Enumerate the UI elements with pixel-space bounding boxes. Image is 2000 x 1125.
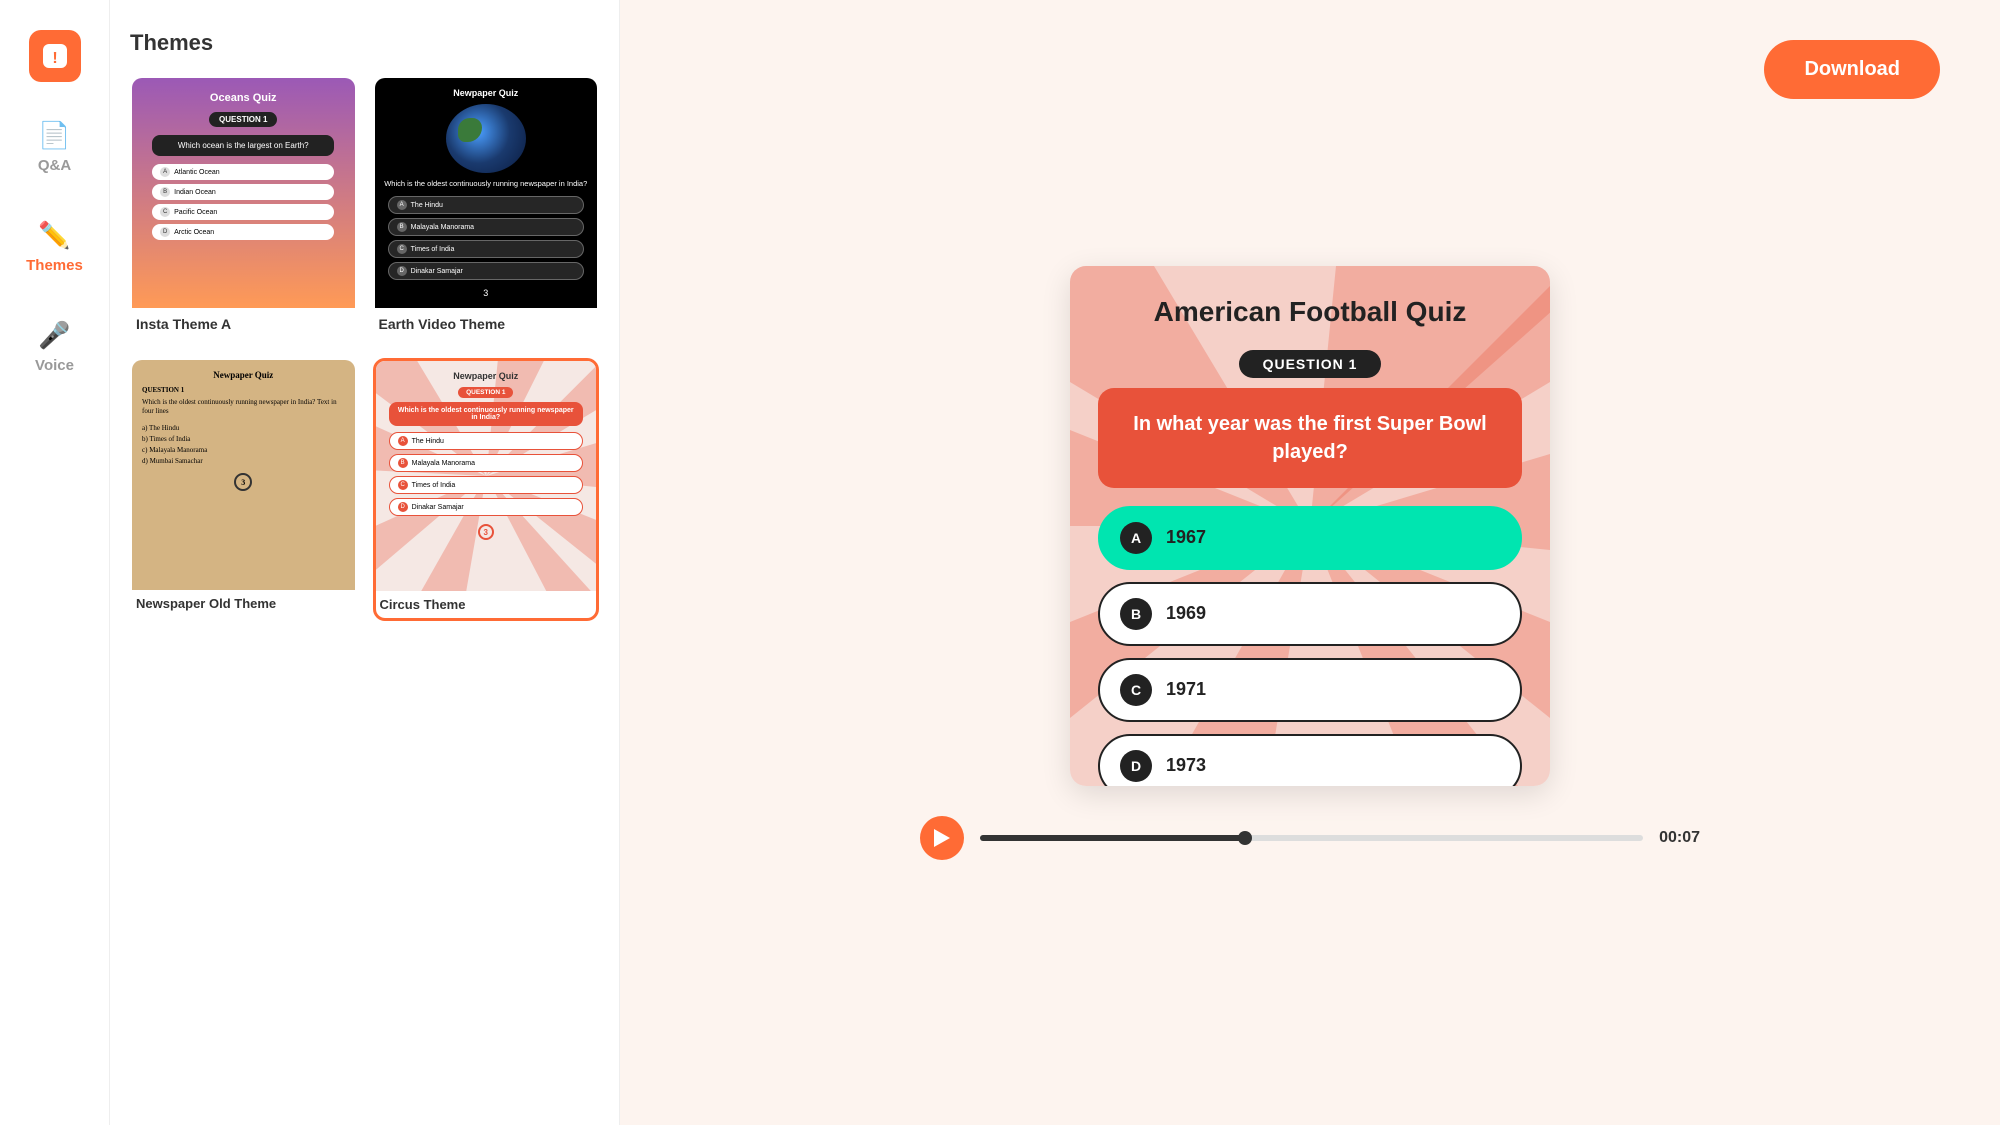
themes-panel-title: Themes — [130, 30, 599, 56]
download-button[interactable]: Download — [1764, 40, 1940, 99]
earth-option-d: D Dinakar Samajar — [388, 262, 584, 280]
insta-option-c: C Pacific Ocean — [152, 204, 334, 220]
insta-option-a: A Atlantic Ocean — [152, 164, 334, 180]
quiz-option-letter-d: D — [1120, 750, 1152, 782]
themes-panel: Themes Oceans Quiz QUESTION 1 Which ocea… — [110, 0, 620, 1125]
progress-handle[interactable] — [1238, 831, 1252, 845]
quiz-option-text-b: 1969 — [1166, 603, 1206, 624]
time-display: 00:07 — [1659, 829, 1700, 847]
circus-dot-d: D — [398, 502, 408, 512]
voice-icon: 🎤 — [38, 320, 70, 351]
earth-dot-a: A — [397, 200, 407, 210]
np-option-b: b) Times of India — [142, 435, 345, 443]
sidebar-item-voice[interactable]: 🎤 Voice — [25, 312, 84, 382]
circus-q-badge: QUESTION 1 — [458, 387, 513, 398]
quiz-option-a: A 1967 — [1098, 506, 1522, 570]
earth-dot-d: D — [397, 266, 407, 276]
earth-title: Newpaper Quiz — [453, 88, 518, 98]
app-logo[interactable]: ! — [29, 30, 81, 82]
insta-theme-preview: Oceans Quiz QUESTION 1 Which ocean is th… — [132, 78, 355, 308]
circus-theme-label: Circus Theme — [376, 591, 597, 618]
circus-content: Newpaper Quiz QUESTION 1 Which is the ol… — [384, 371, 589, 540]
circus-theme-preview: Newpaper Quiz QUESTION 1 Which is the ol… — [376, 361, 597, 591]
np-option-a: a) The Hindu — [142, 424, 345, 432]
circus-number: 3 — [478, 524, 494, 540]
earth-theme-label: Earth Video Theme — [375, 308, 598, 340]
sidebar-item-label-qa: Q&A — [38, 157, 71, 174]
earth-question: Which is the oldest continuously running… — [384, 179, 587, 188]
newspaper-theme-label: Newspaper Old Theme — [132, 590, 355, 617]
themes-grid: Oceans Quiz QUESTION 1 Which ocean is th… — [130, 76, 599, 621]
option-dot-a: A — [160, 167, 170, 177]
newspaper-theme-preview: Newpaper Quiz QUESTION 1 Which is the ol… — [132, 360, 355, 590]
quiz-question-text: In what year was the first Super Bowl pl… — [1118, 410, 1502, 466]
circus-dot-b: B — [398, 458, 408, 468]
quiz-option-text-a: 1967 — [1166, 527, 1206, 548]
np-number: 3 — [234, 473, 252, 491]
qa-icon: 📄 — [38, 120, 70, 151]
insta-option-d: D Arctic Ocean — [152, 224, 334, 240]
play-icon — [934, 829, 950, 847]
svg-text:!: ! — [52, 50, 57, 67]
progress-bar[interactable] — [980, 835, 1643, 841]
quiz-main-title: American Football Quiz — [1154, 296, 1467, 328]
earth-theme-preview: Newpaper Quiz Which is the oldest contin… — [375, 78, 598, 308]
quiz-option-d: D 1973 — [1098, 734, 1522, 786]
play-button[interactable] — [920, 816, 964, 860]
player-controls: 00:07 — [920, 816, 1700, 860]
sidebar-item-themes[interactable]: ✏️ Themes — [16, 212, 93, 282]
earth-globe — [446, 104, 526, 173]
insta-question: Which ocean is the largest on Earth? — [152, 135, 334, 156]
insta-q-badge: QUESTION 1 — [209, 112, 277, 127]
theme-card-insta-a[interactable]: Oceans Quiz QUESTION 1 Which ocean is th… — [130, 76, 357, 342]
quiz-option-text-c: 1971 — [1166, 679, 1206, 700]
circus-option-b: B Malayala Manorama — [389, 454, 583, 472]
progress-fill — [980, 835, 1245, 841]
quiz-preview-card: American Football Quiz QUESTION 1 In wha… — [1070, 266, 1550, 786]
quiz-option-b: B 1969 — [1098, 582, 1522, 646]
circus-question: Which is the oldest continuously running… — [389, 402, 583, 426]
circus-dot-c: C — [398, 480, 408, 490]
earth-option-c: C Times of India — [388, 240, 584, 258]
theme-card-circus[interactable]: Newpaper Quiz QUESTION 1 Which is the ol… — [373, 358, 600, 621]
np-option-c: c) Malayala Manorama — [142, 446, 345, 454]
option-dot-c: C — [160, 207, 170, 217]
insta-theme-label: Insta Theme A — [132, 308, 355, 340]
earth-dot-c: C — [397, 244, 407, 254]
sidebar: ! 📄 Q&A ✏️ Themes 🎤 Voice — [0, 0, 110, 1125]
circus-option-c: C Times of India — [389, 476, 583, 494]
sidebar-item-label-themes: Themes — [26, 257, 83, 274]
quiz-option-text-d: 1973 — [1166, 755, 1206, 776]
circus-title: Newpaper Quiz — [453, 371, 518, 381]
earth-number: 3 — [483, 288, 488, 298]
quiz-question-box: In what year was the first Super Bowl pl… — [1098, 388, 1522, 488]
earth-option-b: B Malayala Manorama — [388, 218, 584, 236]
quiz-option-letter-c: C — [1120, 674, 1152, 706]
quiz-option-c: C 1971 — [1098, 658, 1522, 722]
sidebar-item-qa[interactable]: 📄 Q&A — [28, 112, 81, 182]
themes-icon: ✏️ — [38, 220, 70, 251]
circus-option-a: A The Hindu — [389, 432, 583, 450]
theme-card-earth[interactable]: Newpaper Quiz Which is the oldest contin… — [373, 76, 600, 342]
circus-dot-a: A — [398, 436, 408, 446]
quiz-card-content: American Football Quiz QUESTION 1 In wha… — [1070, 266, 1550, 786]
quiz-option-letter-a: A — [1120, 522, 1152, 554]
earth-dot-b: B — [397, 222, 407, 232]
quiz-option-letter-b: B — [1120, 598, 1152, 630]
insta-option-b: B Indian Ocean — [152, 184, 334, 200]
np-question: Which is the oldest continuously running… — [142, 398, 345, 416]
np-option-d: d) Mumbai Samachar — [142, 457, 345, 465]
sidebar-item-label-voice: Voice — [35, 357, 74, 374]
insta-title: Oceans Quiz — [210, 92, 277, 104]
np-title: Newpaper Quiz — [142, 370, 345, 380]
quiz-question-badge: QUESTION 1 — [1239, 350, 1382, 378]
np-q-label: QUESTION 1 — [142, 386, 345, 394]
option-dot-b: B — [160, 187, 170, 197]
option-dot-d: D — [160, 227, 170, 237]
circus-option-d: D Dinakar Samajar — [389, 498, 583, 516]
main-preview-area: Download American Football Quiz QUESTION… — [620, 0, 2000, 1125]
earth-option-a: A The Hindu — [388, 196, 584, 214]
theme-card-newspaper[interactable]: Newpaper Quiz QUESTION 1 Which is the ol… — [130, 358, 357, 621]
